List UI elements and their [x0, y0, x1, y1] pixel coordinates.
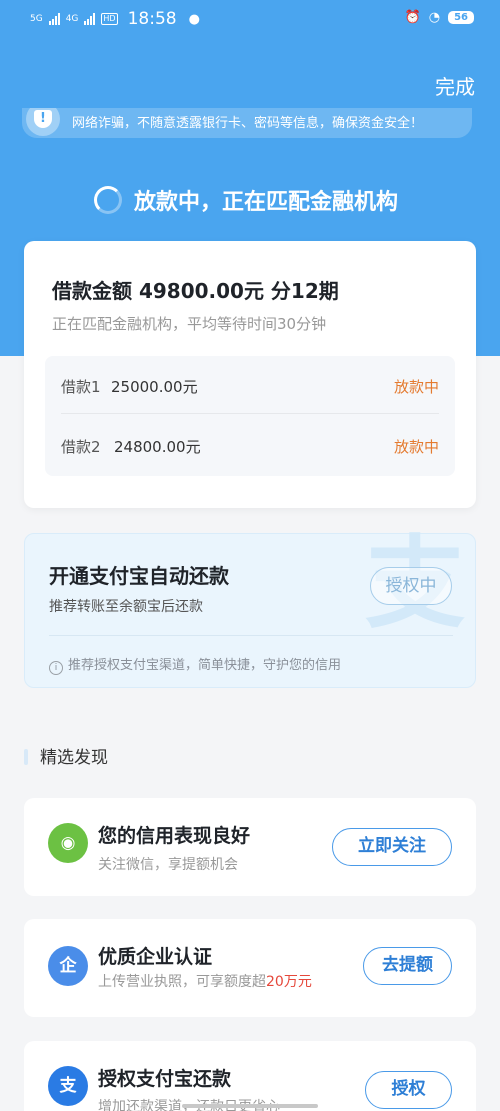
- network-5g-label: 5G: [30, 14, 43, 24]
- network-4g-label: 4G: [65, 14, 79, 24]
- enterprise-icon: 企: [48, 946, 88, 986]
- loan-item: 借款1 25000.00元 放款中: [61, 356, 439, 414]
- authorize-button[interactable]: 授权: [365, 1071, 452, 1109]
- divider: [49, 635, 453, 636]
- fraud-notice-banner: ! 网络诈骗，不随意透露银行卡、密码等信息，确保资金安全！: [22, 108, 472, 138]
- loan-item-label: 借款2: [61, 438, 101, 456]
- loading-status-text: 放款中，正在匹配金融机构: [134, 190, 399, 215]
- discover-item-title: 优质企业认证: [98, 946, 213, 968]
- subtitle-text: 上传营业执照，可享额度超: [98, 974, 266, 990]
- hd-icon: HD: [101, 13, 118, 25]
- loan-item: 借款2 24800.00元 放款中: [61, 416, 439, 474]
- alarm-icon: ⏰: [404, 10, 421, 25]
- loan-item-label: 借款1: [61, 378, 101, 396]
- authorizing-button[interactable]: 授权中: [370, 567, 452, 605]
- fraud-notice-text: 网络诈骗，不随意透露银行卡、密码等信息，确保资金安全！: [72, 116, 424, 131]
- wechat-notification-icon: ●: [188, 11, 200, 27]
- discover-item-subtitle: 关注微信，享提额机会: [98, 857, 238, 873]
- raise-limit-button[interactable]: 去提额: [363, 947, 452, 985]
- loan-amount-title: 借款金额 49800.00元 分12期: [52, 279, 339, 303]
- discover-card-wechat[interactable]: ◉ 您的信用表现良好 关注微信，享提额机会 立即关注: [24, 798, 476, 896]
- loan-items-list: 借款1 25000.00元 放款中 借款2 24800.00元 放款中: [45, 356, 455, 476]
- alipay-info-note: i 推荐授权支付宝渠道，简单快捷，守护您的信用: [49, 654, 341, 675]
- alipay-autopay-subtitle: 推荐转账至余额宝后还款: [49, 599, 203, 615]
- discover-item-title: 您的信用表现良好: [98, 825, 251, 847]
- signal-icon-2: [84, 13, 96, 25]
- loading-spinner-icon: [94, 186, 122, 214]
- discover-card-enterprise[interactable]: 企 优质企业认证 上传营业执照，可享额度超20万元 去提额: [24, 919, 476, 1017]
- alipay-icon: 支: [48, 1066, 88, 1106]
- loan-item-status: 放款中: [393, 378, 439, 396]
- loan-item-status: 放款中: [393, 438, 439, 456]
- alipay-autopay-card: 支 开通支付宝自动还款 推荐转账至余额宝后还款 授权中 i推荐授权支付宝渠道，简…: [24, 533, 476, 688]
- status-bar: 5G 4G HD 18:58 ● ⏰ ◔ 56: [0, 0, 500, 40]
- shield-icon: !: [26, 108, 60, 136]
- section-title: 精选发现: [24, 743, 108, 768]
- clock-time: 18:58: [127, 9, 177, 29]
- home-indicator[interactable]: [182, 1104, 318, 1108]
- loan-item-amount: 25000.00元: [111, 378, 198, 396]
- discover-item-title: 授权支付宝还款: [98, 1068, 232, 1090]
- wechat-icon: ◉: [48, 823, 88, 863]
- battery-indicator: 56: [448, 11, 474, 24]
- signal-icon: [48, 13, 60, 25]
- discover-card-alipay[interactable]: 支 授权支付宝还款 增加还款渠道，还款日更省心 授权: [24, 1041, 476, 1111]
- section-marker: [24, 749, 28, 765]
- info-icon: i: [49, 661, 63, 675]
- alipay-info-text: 推荐授权支付宝渠道，简单快捷，守护您的信用: [68, 658, 342, 673]
- alipay-autopay-title: 开通支付宝自动还款: [49, 564, 229, 588]
- loading-status: 放款中，正在匹配金融机构: [94, 184, 398, 216]
- loan-card: 借款金额 49800.00元 分12期 正在匹配金融机构，平均等待时间30分钟 …: [24, 241, 476, 508]
- wifi-icon: ◔: [428, 10, 441, 25]
- discover-item-subtitle: 上传营业执照，可享额度超20万元: [98, 971, 312, 991]
- subtitle-highlight: 20万元: [266, 974, 312, 990]
- loan-subtitle: 正在匹配金融机构，平均等待时间30分钟: [52, 315, 327, 333]
- done-button[interactable]: 完成: [435, 71, 475, 100]
- section-title-text: 精选发现: [40, 748, 108, 768]
- follow-now-button[interactable]: 立即关注: [332, 828, 452, 866]
- loan-item-amount: 24800.00元: [114, 438, 201, 456]
